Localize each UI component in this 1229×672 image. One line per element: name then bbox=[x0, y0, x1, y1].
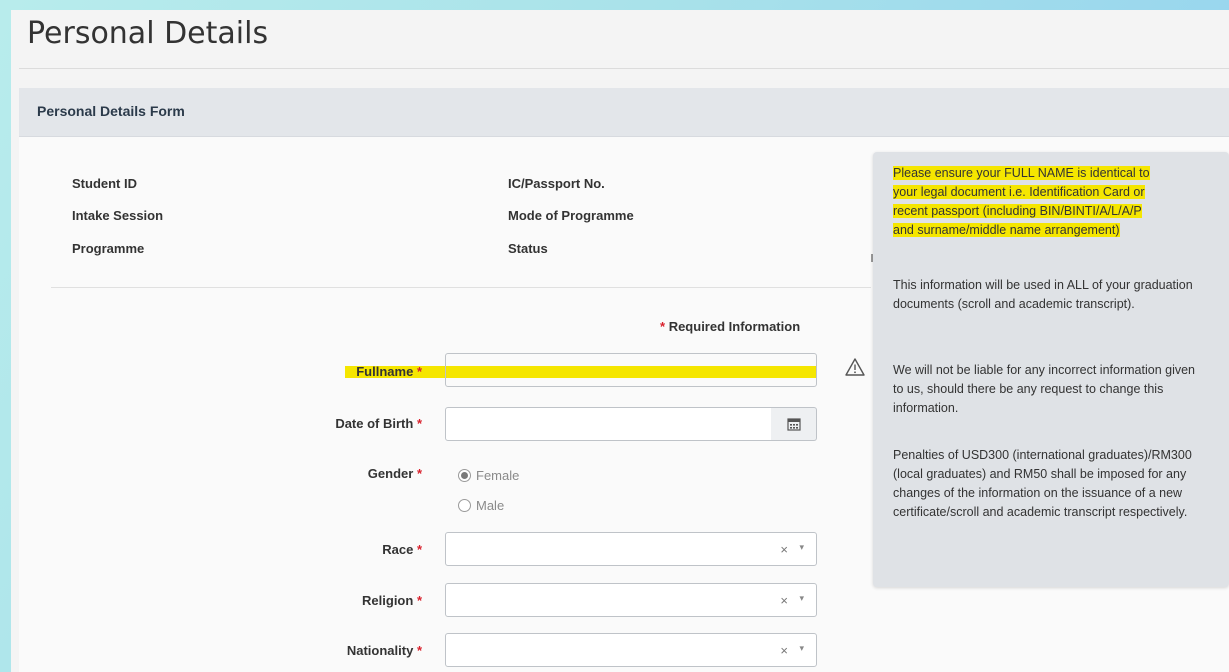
nationality-label-text: Nationality bbox=[346, 643, 414, 658]
tooltip-liability-note: We will not be liable for any incorrect … bbox=[893, 363, 1195, 415]
title-divider bbox=[19, 68, 1229, 69]
fullname-label: Fullname * bbox=[222, 364, 422, 379]
clear-icon[interactable]: × bbox=[780, 643, 788, 658]
fullname-input[interactable] bbox=[445, 353, 817, 387]
race-select[interactable]: × ▾ bbox=[445, 532, 817, 566]
tooltip-penalty-note: Penalties of USD300 (international gradu… bbox=[893, 448, 1192, 519]
clear-icon[interactable]: × bbox=[780, 542, 788, 557]
calendar-button[interactable] bbox=[771, 407, 817, 441]
fullname-tooltip: Please ensure your FULL NAME is identica… bbox=[873, 152, 1229, 587]
race-required-star: * bbox=[416, 542, 422, 557]
tooltip-highlight-line: and surname/middle name arrangement) bbox=[893, 223, 1120, 237]
ic-passport-label: IC/Passport No. bbox=[508, 176, 605, 191]
programme-label: Programme bbox=[72, 241, 145, 256]
fullname-label-text: Fullname bbox=[356, 364, 414, 379]
female-radio[interactable] bbox=[458, 469, 471, 482]
status-label: Status bbox=[508, 241, 548, 256]
gender-label: Gender * bbox=[222, 466, 422, 481]
tooltip-highlight-line: your legal document i.e. Identification … bbox=[893, 185, 1145, 199]
chevron-down-icon[interactable]: ▾ bbox=[799, 593, 804, 604]
nationality-label: Nationality * bbox=[222, 643, 422, 658]
clear-icon[interactable]: × bbox=[780, 593, 788, 608]
religion-select[interactable]: × ▾ bbox=[445, 583, 817, 617]
dob-label: Date of Birth * bbox=[222, 416, 422, 431]
gender-label-text: Gender bbox=[367, 466, 414, 481]
tooltip-highlight-line: recent passport (including BIN/BINTI/A/L… bbox=[893, 204, 1142, 218]
student-id-label: Student ID bbox=[72, 176, 137, 191]
tooltip-highlighted-notice: Please ensure your FULL NAME is identica… bbox=[893, 164, 1213, 240]
female-radio-label: Female bbox=[476, 468, 520, 483]
religion-required-star: * bbox=[416, 593, 422, 608]
race-label-text: Race bbox=[382, 542, 414, 557]
nationality-required-star: * bbox=[416, 643, 422, 658]
chevron-down-icon[interactable]: ▾ bbox=[799, 643, 804, 654]
required-information-note: * Required Information bbox=[660, 319, 800, 334]
male-radio[interactable] bbox=[458, 499, 471, 512]
info-divider bbox=[51, 287, 871, 288]
chevron-down-icon[interactable]: ▾ bbox=[799, 542, 804, 553]
warning-icon[interactable] bbox=[845, 358, 865, 376]
intake-session-label: Intake Session bbox=[72, 208, 164, 223]
page-title: Personal Details bbox=[27, 16, 269, 51]
dob-input[interactable] bbox=[445, 407, 772, 441]
personal-details-page: Personal Details Personal Details Form S… bbox=[11, 10, 1229, 672]
dob-required-star: * bbox=[416, 416, 422, 431]
required-star: * bbox=[660, 319, 666, 334]
fullname-required-star: * bbox=[416, 364, 422, 379]
religion-label: Religion * bbox=[222, 593, 422, 608]
mode-of-programme-label: Mode of Programme bbox=[508, 208, 634, 223]
nationality-select[interactable]: × ▾ bbox=[445, 633, 817, 667]
tooltip-usage-note: This information will be used in ALL of … bbox=[893, 278, 1193, 311]
form-panel-header: Personal Details Form bbox=[19, 88, 1229, 137]
male-radio-label: Male bbox=[476, 498, 505, 513]
calendar-icon bbox=[787, 418, 801, 431]
gender-required-star: * bbox=[416, 466, 422, 481]
dob-label-text: Date of Birth bbox=[335, 416, 414, 431]
race-label: Race * bbox=[222, 542, 422, 557]
form-title: Personal Details Form bbox=[37, 103, 185, 119]
tooltip-highlight-line: Please ensure your FULL NAME is identica… bbox=[893, 166, 1150, 180]
required-information-text: Required Information bbox=[668, 319, 801, 334]
religion-label-text: Religion bbox=[362, 593, 414, 608]
